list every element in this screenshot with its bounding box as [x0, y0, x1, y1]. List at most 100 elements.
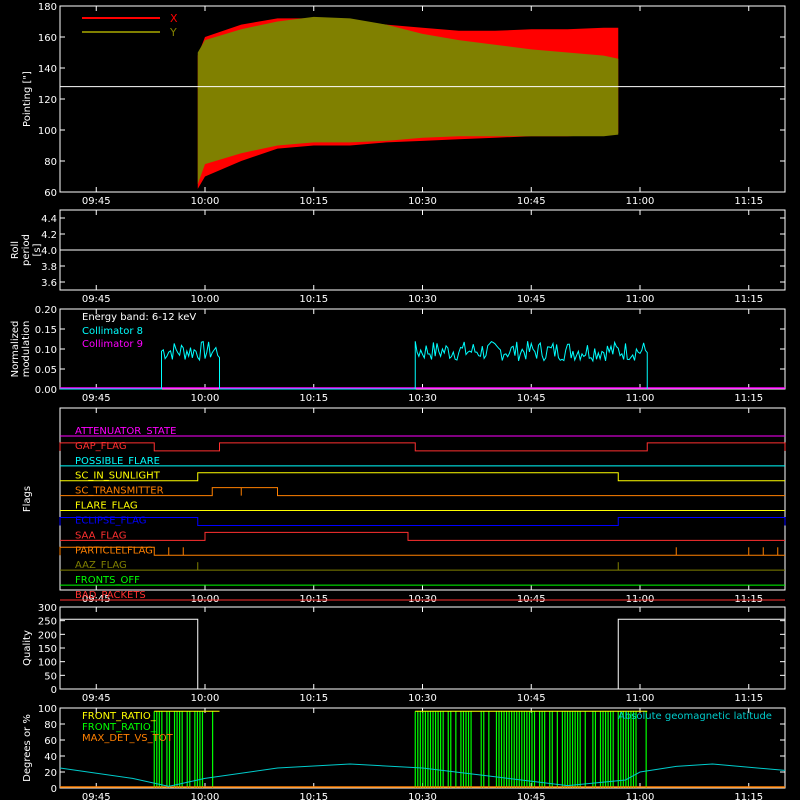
flag-row	[60, 472, 785, 482]
y-tick-label: 100	[38, 704, 57, 715]
flag-label: PARTICLELFLAG	[75, 545, 153, 556]
x-tick-label: 11:00	[626, 693, 655, 704]
y-tick-label: 0.15	[35, 325, 57, 336]
legend-label-collimator: Collimator 8	[82, 326, 143, 337]
y-tick-label: 300	[38, 603, 57, 614]
y-tick-label: 200	[38, 630, 57, 641]
x-tick-label: 09:45	[82, 294, 111, 305]
x-tick-label: 10:00	[191, 792, 220, 800]
y-tick-label: 50	[44, 671, 57, 682]
y-tick-label: 80	[44, 720, 57, 731]
x-tick-label: 09:45	[82, 393, 111, 404]
x-tick-label: 10:30	[408, 294, 437, 305]
x-tick-label: 11:00	[626, 196, 655, 207]
flag-label: ATTENUATOR_STATE	[75, 426, 176, 437]
legend-label-ratio: FRONT_RATIO_	[82, 722, 157, 733]
y-tick-label: 3.6	[41, 278, 57, 289]
flag-row	[60, 562, 785, 571]
y-tick-label: 3.8	[41, 262, 57, 273]
flag-label: FRONTS_OFF	[75, 575, 140, 586]
x-tick-label: 10:45	[517, 693, 546, 704]
y-tick-label: 140	[38, 64, 57, 75]
x-tick-label: 10:15	[299, 792, 328, 800]
telemetry-figure: 09:45 10:00 10:15 10:30 10:45 11:00 11:15 Point…	[10, 2, 786, 800]
legend-title: Energy band: 6-12 keV	[82, 312, 196, 323]
x-tick-label: 10:30	[408, 693, 437, 704]
x-tick-label: 10:45	[517, 196, 546, 207]
x-tick-label: 11:00	[626, 294, 655, 305]
legend-label-ratio: FRONT_RATIO_	[82, 711, 157, 722]
y-tick-label: 4.4	[41, 214, 57, 225]
x-tick-label: 11:15	[734, 693, 763, 704]
legend-label-ratio: MAX_DET_VS_TOT	[82, 733, 174, 744]
x-tick-label: 10:15	[299, 393, 328, 404]
y-tick-label: 120	[38, 95, 57, 106]
x-tick-label: 10:15	[299, 196, 328, 207]
x-tick-label: 10:45	[517, 393, 546, 404]
flag-line	[60, 487, 785, 497]
x-tick-label: 10:45	[517, 792, 546, 800]
x-tick-label: 10:45	[517, 294, 546, 305]
front-ratio-bars	[414, 711, 647, 788]
x-tick-label: 10:00	[191, 294, 220, 305]
y-tick-label: 0.00	[35, 385, 57, 396]
y-tick-label: 160	[38, 33, 57, 44]
flag-label: FLARE_FLAG	[75, 501, 138, 512]
y-axis-label: Pointing ["]	[22, 71, 33, 127]
x-tick-label: 10:00	[191, 393, 220, 404]
y-axis-label: Quality	[22, 630, 33, 666]
flag-line	[59, 516, 786, 526]
x-tick-label: 11:15	[734, 393, 763, 404]
y-axis-label: Degrees or %	[22, 714, 33, 782]
y-tick-label: 100	[38, 658, 57, 669]
flag-row	[60, 531, 785, 541]
flag-line	[59, 442, 786, 452]
flag-label: AAZ_FLAG	[75, 560, 127, 571]
latitude-annotation: Absolute geomagnetic latitude	[618, 711, 772, 722]
flag-row	[59, 516, 786, 526]
legend-label-x: X	[170, 12, 178, 25]
y-tick-label: 4.0	[41, 246, 57, 257]
y-tick-label: 0.05	[35, 365, 57, 376]
flag-label: ECLIPSE_FLAG	[75, 515, 146, 526]
front-ratio-bars	[153, 711, 214, 788]
x-tick-label: 10:30	[408, 393, 437, 404]
x-tick-label: 11:15	[734, 792, 763, 800]
flag-label: SAA_FLAG	[75, 530, 126, 541]
y-tick-label: 0	[51, 784, 57, 795]
y-tick-label: 0.10	[35, 345, 57, 356]
x-tick-label: 09:45	[82, 196, 111, 207]
y-tick-label: 0.20	[35, 305, 57, 316]
y-tick-label: 150	[38, 644, 57, 655]
legend-label-y: Y	[169, 26, 177, 39]
flag-row	[59, 546, 785, 556]
flag-label: SC_IN_SUNLIGHT	[75, 471, 161, 482]
y-tick-label: 180	[38, 2, 57, 13]
y-tick-label: 20	[44, 768, 57, 779]
y-tick-label: 40	[44, 752, 57, 763]
quality-line	[60, 618, 785, 690]
y-tick-label: 4.2	[41, 230, 57, 241]
legend-label-collimator: Collimator 9	[82, 339, 143, 350]
x-tick-label: 11:00	[626, 792, 655, 800]
flag-label: SC_TRANSMITTER	[75, 486, 164, 497]
flag-row	[59, 442, 786, 452]
flag-label: GAP_FLAG	[75, 441, 127, 452]
x-tick-label: 11:15	[734, 196, 763, 207]
flag-row	[60, 487, 785, 497]
x-tick-label: 10:15	[299, 294, 328, 305]
x-tick-label: 10:00	[191, 196, 220, 207]
y-axis-label: Normalizedmodulation	[10, 321, 32, 378]
x-tick-label: 10:00	[191, 693, 220, 704]
x-tick-label: 10:30	[408, 792, 437, 800]
flag-line	[60, 531, 785, 541]
y-axis-label: Rollperiod[s]	[10, 234, 43, 266]
y-tick-label: 60	[44, 736, 57, 747]
x-tick-label: 09:45	[82, 792, 111, 800]
y-tick-label: 80	[44, 157, 57, 168]
flag-line	[60, 472, 785, 482]
flag-label: POSSIBLE_FLARE	[75, 456, 160, 467]
collimator-8-line	[60, 340, 648, 390]
x-tick-label: 10:30	[408, 196, 437, 207]
y-tick-label: 0	[51, 685, 57, 696]
